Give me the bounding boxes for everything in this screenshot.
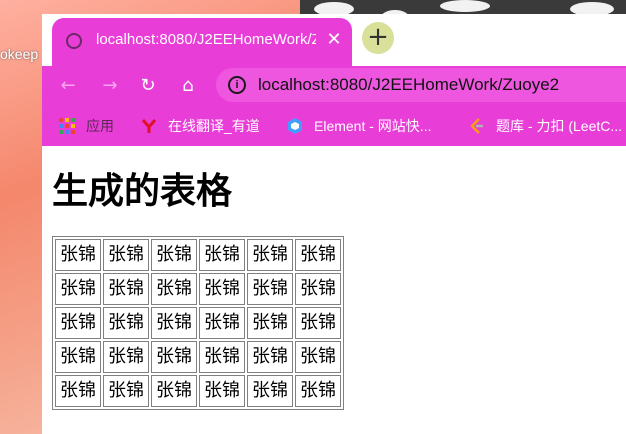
bookmark-youdao[interactable]: 在线翻译_有道 (140, 116, 280, 136)
generated-table: 张锦 张锦 张锦 张锦 张锦 张锦 张锦 张锦 张锦 张锦 张锦 张锦 张锦 张锦 张锦 张锦 张锦 张锦 张锦 张锦… (52, 236, 344, 410)
table-cell: 张锦 (295, 307, 341, 339)
page-content: 生成的表格 张锦 张锦 张锦 张锦 张锦 张锦 张锦 张锦 张锦 张锦 张锦 张锦 张锦 张锦 张锦 张锦 张锦… (42, 146, 626, 434)
bookmark-label: 应用 (86, 118, 114, 134)
table-cell: 张锦 (295, 273, 341, 305)
browser-toolbar: ← → ↻ ⌂ i localhost:8080/J2EEHomeWork/Zu… (42, 66, 626, 106)
table-row: 张锦 张锦 张锦 张锦 张锦 张锦 (55, 239, 341, 271)
table-cell: 张锦 (295, 375, 341, 407)
table-row: 张锦 张锦 张锦 张锦 张锦 张锦 (55, 375, 341, 407)
info-icon[interactable]: i (228, 76, 246, 94)
bookmark-element[interactable]: Element - 网站快... (286, 116, 456, 136)
table-cell: 张锦 (199, 307, 245, 339)
table-cell: 张锦 (103, 273, 149, 305)
table-cell: 张锦 (151, 341, 197, 373)
bookmark-label: Element - 网站快... (314, 118, 432, 134)
table-cell: 张锦 (247, 341, 293, 373)
bookmark-leetcode[interactable]: 题库 - 力扣 (LeetC... (468, 116, 626, 136)
forward-button[interactable]: → (98, 74, 122, 98)
table-cell: 张锦 (103, 375, 149, 407)
table-cell: 张锦 (247, 307, 293, 339)
youdao-icon (141, 119, 157, 133)
table-cell: 张锦 (55, 239, 101, 271)
table-cell: 张锦 (55, 341, 101, 373)
apps-grid-icon (59, 118, 75, 134)
address-url[interactable]: localhost:8080/J2EEHomeWork/Zuoye2 (258, 75, 559, 95)
bookmarks-bar: 应用 在线翻译_有道 Element - 网站快... 题库 - 力扣 (Lee… (42, 106, 626, 146)
table-cell: 张锦 (295, 341, 341, 373)
bookmark-apps[interactable]: 应用 (58, 116, 128, 136)
table-cell: 张锦 (103, 307, 149, 339)
tab-title: localhost:8080/J2EEHomeWork/Zuoye2 (96, 31, 316, 48)
tab-strip: localhost:8080/J2EEHomeWork/Zuoye2 ✕ + (42, 14, 626, 66)
table-cell: 张锦 (103, 239, 149, 271)
table-cell: 张锦 (151, 239, 197, 271)
reload-button[interactable]: ↻ (136, 74, 160, 98)
close-icon[interactable]: ✕ (324, 30, 344, 50)
table-cell: 张锦 (103, 341, 149, 373)
table-cell: 张锦 (151, 273, 197, 305)
new-tab-button[interactable]: + (362, 22, 394, 54)
desktop-icon-label[interactable]: okeep (0, 46, 38, 62)
table-cell: 张锦 (295, 239, 341, 271)
table-cell: 张锦 (55, 273, 101, 305)
table-cell: 张锦 (55, 375, 101, 407)
page-title: 生成的表格 (52, 171, 233, 212)
browser-window: localhost:8080/J2EEHomeWork/Zuoye2 ✕ + ←… (42, 14, 626, 434)
leetcode-icon (470, 118, 483, 134)
table-row: 张锦 张锦 张锦 张锦 张锦 张锦 (55, 307, 341, 339)
table-cell: 张锦 (247, 239, 293, 271)
back-button[interactable]: ← (56, 74, 80, 98)
table-cell: 张锦 (199, 239, 245, 271)
globe-icon (66, 33, 82, 49)
table-cell: 张锦 (199, 375, 245, 407)
table-cell: 张锦 (151, 307, 197, 339)
address-bar[interactable]: i localhost:8080/J2EEHomeWork/Zuoye2 (216, 68, 626, 102)
bookmark-label: 在线翻译_有道 (168, 118, 260, 134)
table-cell: 张锦 (247, 273, 293, 305)
table-cell: 张锦 (199, 341, 245, 373)
element-icon (288, 118, 302, 134)
tab-active[interactable]: localhost:8080/J2EEHomeWork/Zuoye2 ✕ (52, 18, 352, 66)
table-cell: 张锦 (55, 307, 101, 339)
table-row: 张锦 张锦 张锦 张锦 张锦 张锦 (55, 341, 341, 373)
table-cell: 张锦 (199, 273, 245, 305)
table-cell: 张锦 (151, 375, 197, 407)
table-row: 张锦 张锦 张锦 张锦 张锦 张锦 (55, 273, 341, 305)
bookmark-label: 题库 - 力扣 (LeetC... (496, 118, 623, 134)
table-cell: 张锦 (247, 375, 293, 407)
home-button[interactable]: ⌂ (176, 74, 200, 98)
